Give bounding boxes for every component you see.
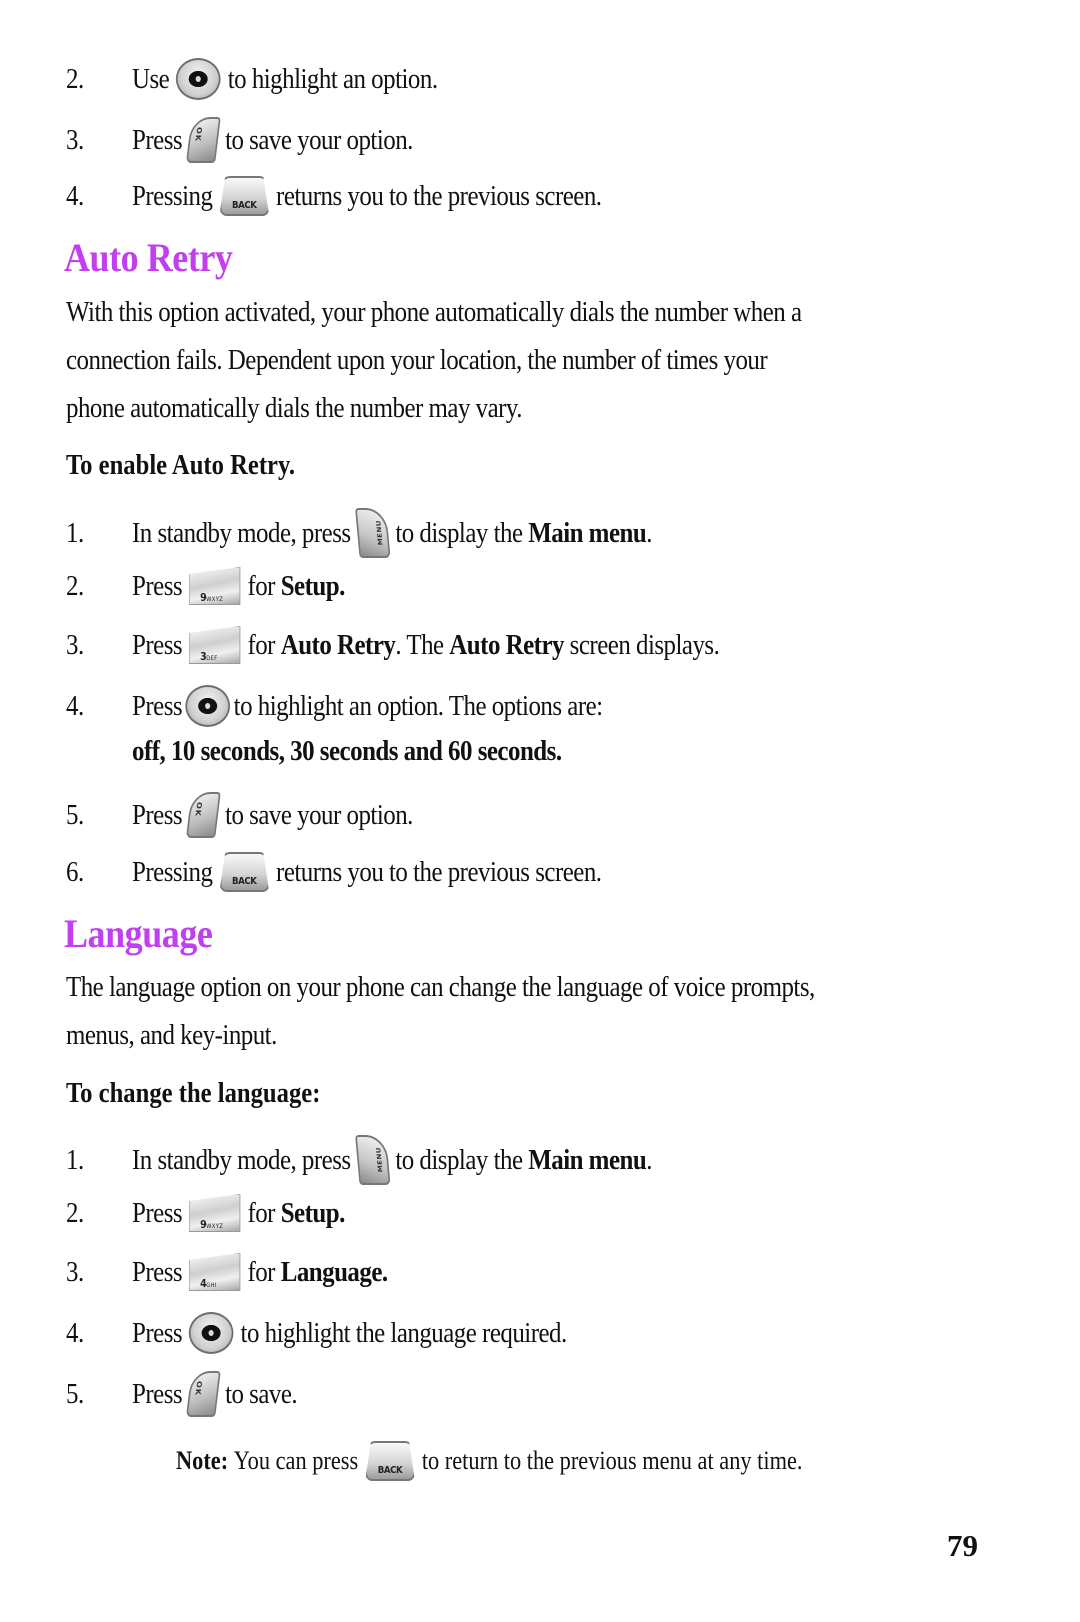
step-text: Use (132, 63, 170, 95)
step-text: Press (132, 1197, 183, 1229)
step-number: 4. (66, 180, 84, 212)
language-body-line: menus, and key-input. (66, 1019, 277, 1051)
intro-step-4: 4. Pressing BACK returns you to the prev… (66, 176, 678, 216)
step-text: to highlight an option. The options are: (233, 690, 603, 722)
language-step-1: 1. In standby mode, press MENU to displa… (66, 1135, 737, 1185)
auto-retry-body-line: connection fails. Dependent upon your lo… (66, 344, 768, 376)
language-step-3: 3. Press 4GHI for Language. (66, 1253, 429, 1291)
step-number: 1. (66, 1144, 84, 1176)
auto-retry-body-line: phone automatically dials the number may… (66, 392, 523, 424)
step-number: 2. (66, 1197, 84, 1229)
step-number: 3. (66, 629, 84, 661)
auto-retry-step-4: 4. Press to highlight an option. The opt… (66, 685, 679, 727)
language-subheading: To change the language: (66, 1078, 321, 1109)
step-number: 3. (66, 1256, 84, 1288)
ok-key-icon: OK (186, 1371, 221, 1417)
step-number: 4. (66, 690, 84, 722)
back-key-icon: BACK (365, 1441, 415, 1481)
step-text: In standby mode, press (132, 517, 351, 549)
note-text: to return to the previous menu at any ti… (421, 1446, 803, 1475)
step-bold-text: Setup. (280, 1197, 346, 1229)
auto-retry-step-6: 6. Pressing BACK returns you to the prev… (66, 852, 678, 892)
back-key-icon: BACK (219, 176, 270, 216)
step-number: 4. (66, 1317, 84, 1349)
auto-retry-step-3: 3. Press 3DEF for Auto Retry. The Auto R… (66, 626, 815, 664)
step-bold-text: Setup. (280, 570, 346, 602)
step-text: for (247, 570, 275, 602)
back-key-icon: BACK (219, 852, 270, 892)
navigation-key-icon (176, 58, 221, 100)
step-number: 3. (66, 124, 84, 156)
note-label: Note: (176, 1446, 229, 1475)
intro-step-3: 3. Press OK to save your option. (66, 117, 459, 163)
language-body-line: The language option on your phone can ch… (66, 971, 815, 1003)
auto-retry-body-line: With this option activated, your phone a… (66, 296, 802, 328)
key-9-icon: 9WXYZ (188, 567, 241, 605)
step-number: 5. (66, 1378, 84, 1410)
note-text: You can press (233, 1446, 359, 1475)
step-bold-text: Main menu (528, 1144, 647, 1176)
manual-page: 2. Use to highlight an option. 3. Press … (0, 0, 1080, 1622)
step-number: 2. (66, 570, 84, 602)
step-bold-text: Main menu (528, 517, 647, 549)
step-text: Press (132, 1378, 183, 1410)
language-heading: Language (64, 911, 213, 956)
step-text: returns you to the previous screen. (276, 180, 602, 212)
step-text: Press (132, 690, 183, 722)
step-text: Pressing (132, 180, 213, 212)
step-text: for (247, 629, 275, 661)
key-9-icon: 9WXYZ (188, 1194, 241, 1232)
step-text: Pressing (132, 856, 213, 888)
key-3-icon: 3DEF (188, 626, 241, 664)
step-text: Press (132, 124, 183, 156)
step-number: 1. (66, 517, 84, 549)
language-step-5: 5. Press OK to save. (66, 1371, 324, 1417)
step-text: Press (132, 799, 183, 831)
language-step-2: 2. Press 9WXYZ for Setup. (66, 1194, 379, 1232)
step-text: to display the (395, 1144, 523, 1176)
key-4-icon: 4GHI (188, 1253, 241, 1291)
step-number: 6. (66, 856, 84, 888)
navigation-key-icon (185, 685, 231, 727)
auto-retry-subheading: To enable Auto Retry. (66, 450, 296, 481)
step-text: for (247, 1256, 275, 1288)
note: Note: You can press BACK to return to th… (176, 1441, 802, 1481)
step-text: to highlight an option. (227, 63, 438, 95)
step-number: 2. (66, 63, 84, 95)
step-text: Press (132, 570, 183, 602)
auto-retry-step-1: 1. In standby mode, press MENU to displa… (66, 508, 737, 558)
step-number: 5. (66, 799, 84, 831)
auto-retry-heading: Auto Retry (64, 235, 233, 280)
step-text: to save your option. (225, 799, 413, 831)
auto-retry-step-5: 5. Press OK to save your option. (66, 792, 459, 838)
intro-step-2: 2. Use to highlight an option. (66, 58, 487, 100)
page-number: 79 (947, 1528, 978, 1563)
step-text: to save. (225, 1378, 298, 1410)
auto-retry-step-2: 2. Press 9WXYZ for Setup. (66, 567, 379, 605)
auto-retry-options: off, 10 seconds, 30 seconds and 60 secon… (132, 735, 562, 767)
step-text: Press (132, 1256, 183, 1288)
menu-key-icon: MENU (355, 1135, 391, 1185)
step-text: for (247, 1197, 275, 1229)
step-text: returns you to the previous screen. (276, 856, 602, 888)
step-bold-text: Language. (280, 1256, 388, 1288)
step-text: Press (132, 1317, 183, 1349)
ok-key-icon: OK (186, 117, 221, 163)
step-text: Press (132, 629, 183, 661)
step-bold-text: Auto Retry (449, 629, 564, 661)
step-text: to highlight the language required. (240, 1317, 568, 1349)
ok-key-icon: OK (186, 792, 221, 838)
navigation-key-icon (188, 1312, 234, 1354)
menu-key-icon: MENU (355, 508, 391, 558)
step-text: to save your option. (225, 124, 413, 156)
step-bold-text: Auto Retry (280, 629, 396, 661)
step-text: In standby mode, press (132, 1144, 351, 1176)
step-text: to display the (395, 517, 523, 549)
language-step-4: 4. Press to highlight the language requi… (66, 1312, 638, 1354)
